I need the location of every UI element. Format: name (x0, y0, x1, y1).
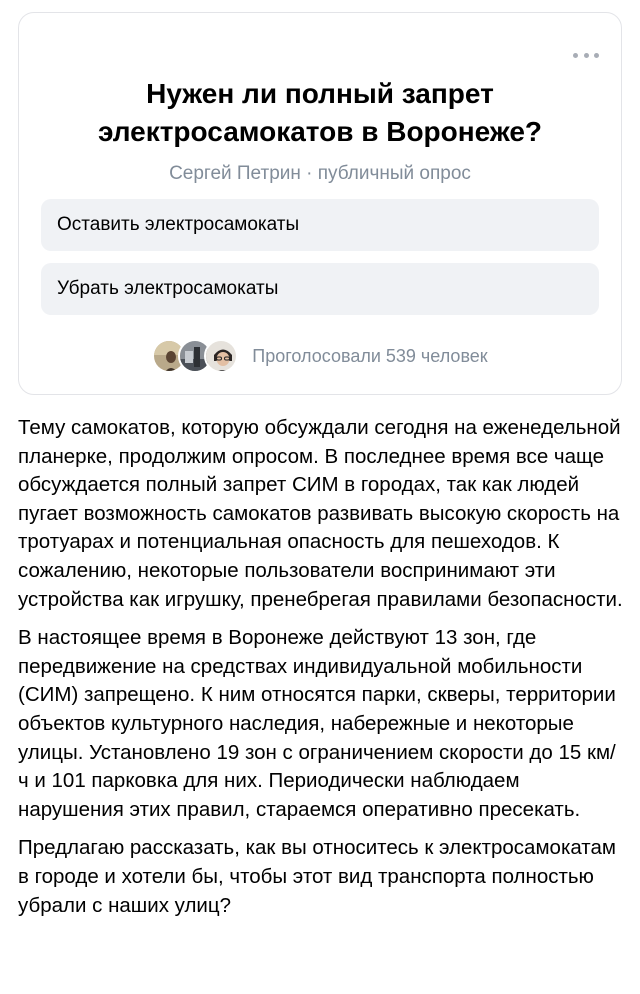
poll-title: Нужен ли полный запрет электросамокатов … (97, 78, 543, 147)
voters-count: Проголосовали 539 человек (252, 345, 488, 366)
post-paragraph: В настоящее время в Воронеже действуют 1… (18, 626, 616, 821)
poll-author-meta: Сергей Петрин · публичный опрос (169, 163, 471, 184)
poll-option-label: Оставить электросамокаты (57, 214, 300, 235)
poll-option-remove[interactable]: Убрать электросамокаты (41, 263, 599, 315)
post-paragraph: Предлагаю рассказать, как вы относитесь … (18, 836, 616, 917)
voters-summary[interactable]: Проголосовали 539 человек (19, 339, 621, 373)
voter-avatars (152, 339, 239, 373)
more-horizontal-icon[interactable] (573, 51, 599, 59)
avatar (204, 339, 239, 373)
poll-option-keep[interactable]: Оставить электросамокаты (41, 199, 599, 251)
poll-card: Нужен ли полный запрет электросамокатов … (18, 12, 622, 395)
post-paragraph: Тему самокатов, которую обсуждали сегодн… (18, 416, 623, 611)
poll-option-label: Убрать электросамокаты (57, 278, 279, 299)
post-body: Тему самокатов, которую обсуждали сегодн… (18, 414, 624, 930)
